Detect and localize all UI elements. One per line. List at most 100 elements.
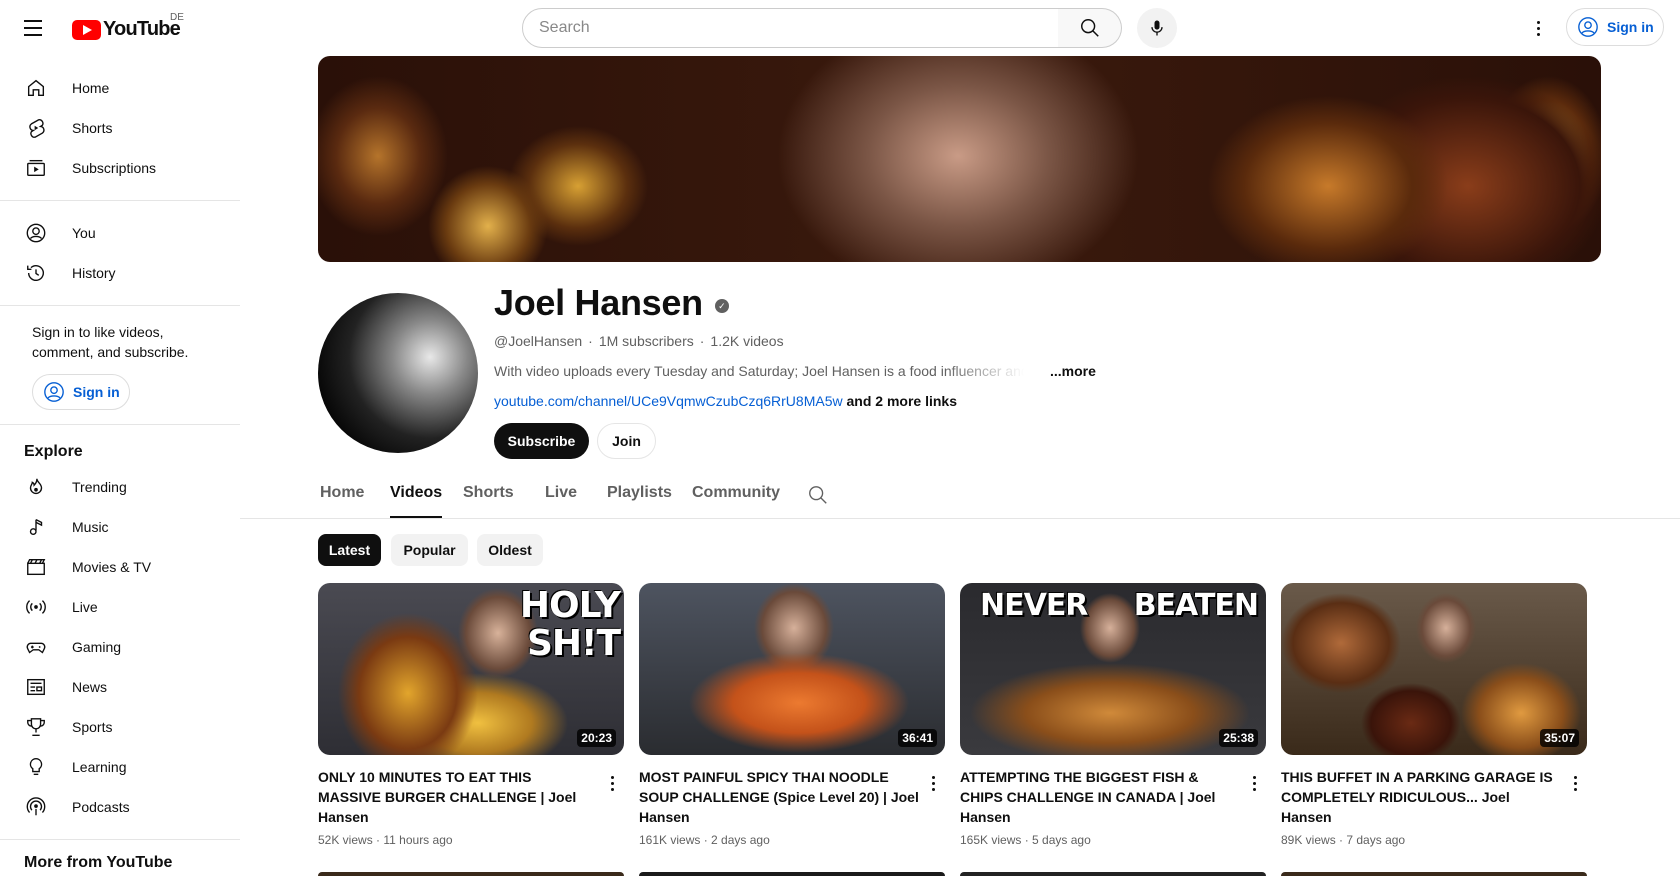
video-thumbnail-partial[interactable] — [960, 872, 1266, 876]
sidebar-item-label: Movies & TV — [72, 559, 152, 575]
sign-in-button[interactable]: Sign in — [1566, 8, 1664, 46]
sidebar-item-label: Trending — [72, 479, 127, 495]
sidebar-item-subscriptions[interactable]: Subscriptions — [0, 148, 240, 188]
gaming-icon — [24, 635, 48, 659]
sidebar-item-label: News — [72, 679, 108, 695]
top-bar: YouTube DE Sign in — [0, 0, 1680, 56]
video-menu-icon[interactable] — [1563, 771, 1587, 795]
chip-oldest[interactable]: Oldest — [477, 534, 543, 566]
description-more-link[interactable]: ...more — [1050, 363, 1096, 379]
video-thumbnail-partial[interactable] — [639, 872, 945, 876]
video-title[interactable]: MOST PAINFUL SPICY THAI NOODLE SOUP CHAL… — [639, 767, 919, 827]
search-icon — [1080, 19, 1099, 37]
video-title[interactable]: ONLY 10 MINUTES TO EAT THIS MASSIVE BURG… — [318, 767, 598, 827]
video-title[interactable]: THIS BUFFET IN A PARKING GARAGE IS COMPL… — [1281, 767, 1561, 827]
video-menu-icon[interactable] — [1242, 771, 1266, 795]
meta-separator: · — [699, 333, 705, 349]
sidebar-item-label: Subscriptions — [72, 160, 157, 176]
view-count: 161K views — [639, 833, 701, 847]
sidebar-item-live[interactable]: Live — [0, 587, 240, 627]
sidebar-item-label: Sports — [72, 719, 113, 735]
sidebar-sign-in-button[interactable]: Sign in — [32, 374, 130, 410]
subscriber-count: 1M subscribers — [598, 333, 694, 349]
video-card[interactable]: HOLY SH!T 20:23 ONLY 10 MINUTES TO EAT T… — [318, 583, 624, 847]
tab-live[interactable]: Live — [545, 484, 577, 518]
channel-meta: @JoelHansen · 1M subscribers · 1.2K vide… — [494, 333, 784, 349]
sports-icon — [24, 715, 48, 739]
sidebar-item-label: History — [72, 265, 116, 281]
sidebar-item-label: Home — [72, 80, 110, 96]
video-meta: 161K views · 2 days ago — [639, 833, 770, 847]
meta-separator: · — [588, 333, 593, 349]
subscribe-button[interactable]: Subscribe — [494, 423, 589, 459]
video-card[interactable]: 35:07 THIS BUFFET IN A PARKING GARAGE IS… — [1281, 583, 1587, 847]
chip-popular[interactable]: Popular — [391, 534, 468, 566]
tab-playlists[interactable]: Playlists — [607, 484, 672, 518]
more-links-button[interactable]: and 2 more links — [847, 393, 957, 409]
menu-icon[interactable] — [19, 14, 47, 42]
verified-icon: ✓ — [714, 299, 729, 313]
channel-banner — [318, 56, 1601, 262]
more-from-youtube-title: More from YouTube — [24, 854, 173, 871]
search-button[interactable] — [1058, 8, 1122, 48]
video-menu-icon[interactable] — [600, 771, 624, 795]
video-thumbnail[interactable]: NEVER BEATEN 25:38 — [960, 583, 1266, 755]
sidebar-item-shorts[interactable]: Shorts — [0, 108, 240, 148]
youtube-logo[interactable]: YouTube — [72, 18, 181, 41]
explore-title: Explore — [24, 443, 83, 460]
tab-community[interactable]: Community — [692, 484, 780, 518]
sidebar-divider — [0, 200, 240, 201]
sidebar-item-music[interactable]: Music — [0, 507, 240, 547]
sidebar-item-home[interactable]: Home — [0, 68, 240, 108]
sidebar-item-learning[interactable]: Learning — [0, 747, 240, 787]
video-meta: 165K views · 5 days ago — [960, 833, 1091, 847]
video-thumbnail-partial[interactable] — [1281, 872, 1587, 876]
sidebar-item-label: You — [72, 225, 96, 241]
sidebar-divider — [0, 305, 240, 306]
trending-icon — [24, 475, 48, 499]
tab-videos[interactable]: Videos — [390, 484, 443, 518]
account-icon — [1578, 17, 1598, 37]
sidebar-item-trending[interactable]: Trending — [0, 467, 240, 507]
sidebar-item-movies-tv[interactable]: Movies & TV — [0, 547, 240, 587]
channel-description[interactable]: With video uploads every Tuesday and Sat… — [494, 363, 1024, 379]
sidebar-item-podcasts[interactable]: Podcasts — [0, 787, 240, 827]
channel-name: Joel Hansen ✓ — [494, 282, 729, 324]
movies-icon — [24, 555, 48, 579]
video-menu-icon[interactable] — [921, 771, 945, 795]
sidebar: Home Shorts Subscriptions You History Si… — [0, 56, 240, 876]
video-count: 1.2K videos — [710, 333, 784, 349]
join-button[interactable]: Join — [597, 423, 656, 459]
channel-link[interactable]: youtube.com/channel/UCe9VqmwCzubCzq6RrU8… — [494, 393, 843, 409]
channel-links: youtube.com/channel/UCe9VqmwCzubCzq6RrU8… — [494, 393, 957, 409]
chip-latest[interactable]: Latest — [318, 534, 381, 566]
upload-age: 5 days ago — [1032, 833, 1091, 847]
channel-search-button[interactable] — [807, 484, 829, 506]
thumbnail-text: BEATEN — [1133, 588, 1259, 623]
video-duration: 35:07 — [1540, 729, 1579, 747]
video-thumbnail[interactable]: 36:41 — [639, 583, 945, 755]
sidebar-item-news[interactable]: News — [0, 667, 240, 707]
upload-age: 2 days ago — [711, 833, 770, 847]
sidebar-item-history[interactable]: History — [0, 253, 240, 293]
video-thumbnail[interactable]: 35:07 — [1281, 583, 1587, 755]
tab-home[interactable]: Home — [320, 484, 364, 518]
search-input[interactable] — [522, 8, 1059, 48]
sidebar-item-label: Gaming — [72, 639, 122, 655]
tab-shorts[interactable]: Shorts — [463, 484, 514, 518]
voice-search-button[interactable] — [1137, 8, 1177, 48]
sidebar-item-sports[interactable]: Sports — [0, 707, 240, 747]
sidebar-item-you[interactable]: You — [0, 213, 240, 253]
video-card[interactable]: 36:41 MOST PAINFUL SPICY THAI NOODLE SOU… — [639, 583, 945, 847]
video-meta: 52K views · 11 hours ago — [318, 833, 453, 847]
logo-text: YouTube — [103, 18, 181, 40]
video-title[interactable]: ATTEMPTING THE BIGGEST FISH & CHIPS CHAL… — [960, 767, 1240, 827]
upload-age: 7 days ago — [1346, 833, 1406, 847]
sidebar-item-gaming[interactable]: Gaming — [0, 627, 240, 667]
video-duration: 36:41 — [898, 729, 937, 747]
settings-menu-icon[interactable] — [1526, 16, 1550, 40]
video-card[interactable]: NEVER BEATEN 25:38 ATTEMPTING THE BIGGES… — [960, 583, 1266, 847]
video-thumbnail-partial[interactable] — [318, 872, 624, 876]
video-thumbnail[interactable]: HOLY SH!T 20:23 — [318, 583, 624, 755]
sign-in-label: Sign in — [1607, 19, 1654, 35]
